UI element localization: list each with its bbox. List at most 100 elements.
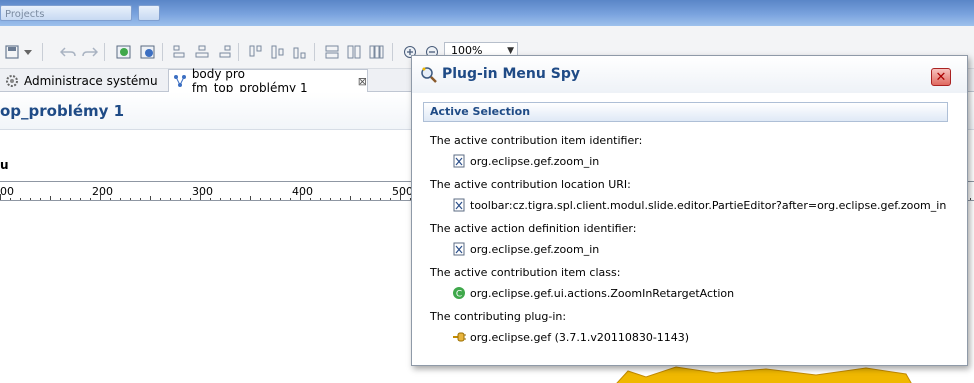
ruler-tick bbox=[60, 198, 61, 200]
row-value: org.eclipse.gef.zoom_in bbox=[452, 242, 599, 256]
ruler-tick bbox=[10, 198, 11, 200]
diagram-icon bbox=[173, 73, 188, 89]
magnifier-icon bbox=[420, 66, 438, 84]
toolbar-separator bbox=[42, 43, 43, 61]
row-label: The contributing plug-in: bbox=[430, 310, 567, 323]
ruler-tick bbox=[320, 198, 321, 200]
ruler-tick bbox=[130, 198, 131, 200]
ruler-tick bbox=[0, 194, 1, 200]
row-value: toolbar:cz.tigra.spl.client.modul.slide.… bbox=[452, 198, 946, 212]
ruler-tick bbox=[380, 198, 381, 200]
toolbar-separator bbox=[314, 43, 315, 61]
spy-title: Plug-in Menu Spy bbox=[442, 66, 580, 82]
match-height-icon[interactable] bbox=[344, 42, 364, 62]
row-value-text: org.eclipse.gef.zoom_in bbox=[470, 242, 600, 256]
window-tab-close[interactable] bbox=[138, 5, 160, 21]
ruler-tick bbox=[190, 198, 191, 200]
match-size-icon[interactable] bbox=[366, 42, 386, 62]
tab-body-pro-fm[interactable]: body pro fm_top_problémy 1 ⊠ bbox=[168, 67, 368, 95]
ruler-tick bbox=[330, 198, 331, 200]
ruler-tick bbox=[210, 198, 211, 200]
row-label: The active action definition identifier: bbox=[430, 222, 637, 235]
row-value: org.eclipse.gef (3.7.1.v20110830-1143) bbox=[452, 330, 689, 344]
class-icon: C bbox=[452, 286, 466, 300]
align-bottom-icon[interactable] bbox=[290, 42, 310, 62]
yellow-shape-fragment bbox=[616, 366, 912, 383]
ruler-tick bbox=[90, 198, 91, 200]
row-label: The active contribution item class: bbox=[430, 266, 621, 279]
ruler-tick bbox=[140, 198, 141, 200]
x-doc-icon bbox=[452, 198, 466, 212]
align-top-icon[interactable] bbox=[246, 42, 266, 62]
ruler-tick bbox=[390, 198, 391, 200]
plugin-icon bbox=[452, 330, 466, 344]
ruler-tick bbox=[50, 196, 51, 200]
export-icon[interactable] bbox=[114, 42, 134, 62]
ruler-tick bbox=[80, 198, 81, 200]
close-button[interactable]: ✕ bbox=[931, 68, 951, 86]
ruler-tick bbox=[300, 194, 301, 200]
ruler-tick bbox=[370, 198, 371, 200]
save-dropdown-icon[interactable] bbox=[18, 42, 38, 62]
ruler-number: 200 bbox=[92, 185, 113, 198]
ruler-number: 00 bbox=[0, 185, 14, 198]
ruler-tick bbox=[70, 198, 71, 200]
window-tab[interactable]: Projects bbox=[0, 5, 132, 21]
gear-icon bbox=[4, 73, 20, 89]
row-value: org.eclipse.gef.zoom_in bbox=[452, 154, 599, 168]
ruler-number: 300 bbox=[192, 185, 213, 198]
ruler-tick bbox=[250, 196, 251, 200]
x-doc-icon bbox=[452, 242, 466, 256]
ruler-tick bbox=[230, 198, 231, 200]
ruler-tick bbox=[20, 198, 21, 200]
ruler-tick bbox=[970, 198, 971, 200]
row-value-text: org.eclipse.gef.ui.actions.ZoomInRetarge… bbox=[470, 286, 735, 300]
match-width-icon[interactable] bbox=[322, 42, 342, 62]
ruler-tick bbox=[200, 194, 201, 200]
tab-label: body pro fm_top_problémy 1 bbox=[191, 67, 308, 95]
ruler-tick bbox=[350, 196, 351, 200]
ruler-tick bbox=[280, 198, 281, 200]
row-value-text: org.eclipse.gef.zoom_in bbox=[470, 154, 600, 168]
window-tab-label: Projects bbox=[5, 9, 45, 20]
close-icon[interactable]: ⊠ bbox=[358, 75, 367, 88]
ruler-tick bbox=[290, 198, 291, 200]
ruler-tick bbox=[340, 198, 341, 200]
ruler-tick bbox=[270, 198, 271, 200]
align-middle-icon[interactable] bbox=[268, 42, 288, 62]
align-center-icon[interactable] bbox=[192, 42, 212, 62]
plugin-menu-spy-popup: Plug-in Menu Spy ✕ Active Selection The … bbox=[411, 55, 968, 366]
svg-text:C: C bbox=[456, 290, 462, 300]
tab-administrace[interactable]: Administrace systému bbox=[0, 69, 166, 92]
redo-icon[interactable] bbox=[80, 42, 100, 62]
ruler-number: 500 bbox=[392, 185, 413, 198]
ruler-tick bbox=[180, 198, 181, 200]
row-value: C org.eclipse.gef.ui.actions.ZoomInRetar… bbox=[452, 286, 734, 300]
column-label: u bbox=[0, 158, 9, 172]
toolbar-separator bbox=[162, 43, 163, 61]
ruler-tick bbox=[400, 194, 401, 200]
ruler-tick bbox=[360, 198, 361, 200]
align-left-icon[interactable] bbox=[170, 42, 190, 62]
ruler-tick bbox=[310, 198, 311, 200]
ruler-tick bbox=[100, 194, 101, 200]
ruler-number: 400 bbox=[292, 185, 313, 198]
ruler-tick bbox=[220, 198, 221, 200]
editor-title: op_problémy 1 bbox=[0, 102, 125, 120]
ruler-tick bbox=[170, 198, 171, 200]
toolbar-separator bbox=[392, 43, 393, 61]
ruler-tick bbox=[240, 198, 241, 200]
row-label: The active contribution location URI: bbox=[430, 178, 631, 191]
close-icon: ✕ bbox=[935, 69, 947, 85]
row-value-text: toolbar:cz.tigra.spl.client.modul.slide.… bbox=[470, 198, 947, 212]
ruler-tick bbox=[160, 198, 161, 200]
ruler-tick bbox=[30, 198, 31, 200]
section-title: Active Selection bbox=[430, 105, 531, 118]
ruler-tick bbox=[260, 198, 261, 200]
active-selection-section: Active Selection bbox=[423, 102, 948, 122]
align-right-icon[interactable] bbox=[214, 42, 234, 62]
print-icon[interactable] bbox=[138, 42, 158, 62]
ruler-tick bbox=[120, 198, 121, 200]
undo-icon[interactable] bbox=[58, 42, 78, 62]
ruler-tick bbox=[150, 196, 151, 200]
